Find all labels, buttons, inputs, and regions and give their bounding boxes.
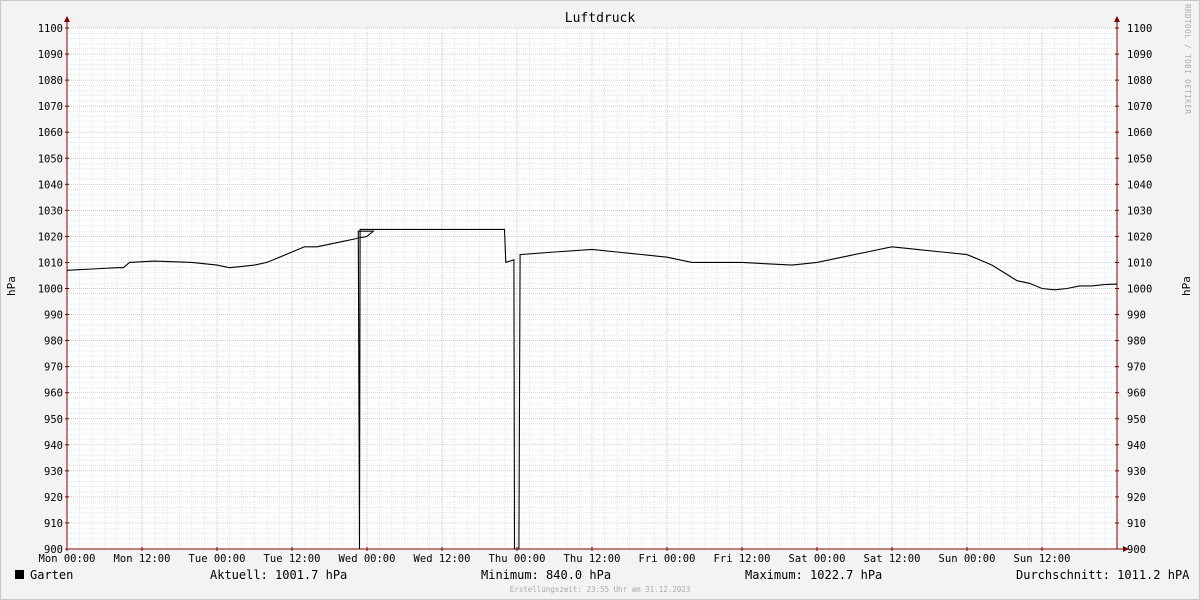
y-tick-label-right: 1100 <box>1127 23 1152 35</box>
x-tick-label: Wed 00:00 <box>339 553 396 565</box>
x-tick-label: Fri 00:00 <box>639 553 696 565</box>
y-tick-label-right: 1000 <box>1127 284 1152 296</box>
x-tick-label: Sat 00:00 <box>789 553 846 565</box>
y-tick-label-left: 1000 <box>38 284 63 296</box>
y-axis-arrow-icon <box>64 16 70 22</box>
x-tick-label: Thu 00:00 <box>489 553 546 565</box>
legend-series-label: Garten <box>30 568 74 582</box>
y-tick-label-left: 1080 <box>38 75 63 87</box>
y-tick-label-right: 960 <box>1127 388 1146 400</box>
legend-average: Durchschnitt: 1011.2 hPA <box>1016 568 1190 582</box>
x-tick-label: Mon 00:00 <box>39 553 96 565</box>
y-tick-label-left: 1050 <box>38 153 63 165</box>
x-tick-label: Sun 00:00 <box>939 553 996 565</box>
y-tick-label-right: 1080 <box>1127 75 1152 87</box>
y-tick-label-right: 1020 <box>1127 231 1152 243</box>
y-tick-label-right: 1050 <box>1127 153 1152 165</box>
y-tick-label-left: 980 <box>44 336 63 348</box>
y-tick-label-left: 990 <box>44 310 63 322</box>
y-tick-label-left: 1090 <box>38 49 63 61</box>
y-tick-label-right: 910 <box>1127 518 1146 530</box>
y-tick-label-left: 970 <box>44 362 63 374</box>
legend-current: Aktuell: 1001.7 hPa <box>210 568 348 582</box>
y-tick-label-left: 920 <box>44 492 63 504</box>
y-tick-label-left: 1060 <box>38 127 63 139</box>
y-tick-label-left: 1100 <box>38 23 63 35</box>
y-tick-label-right: 1090 <box>1127 49 1152 61</box>
y-tick-label-left: 1040 <box>38 179 63 191</box>
y-tick-label-right: 1040 <box>1127 179 1152 191</box>
y-tick-label-left: 1010 <box>38 257 63 269</box>
y-tick-label-right: 990 <box>1127 310 1146 322</box>
y-tick-label-right: 900 <box>1127 544 1146 556</box>
y-tick-label-right: 1010 <box>1127 257 1152 269</box>
y-tick-label-left: 940 <box>44 440 63 452</box>
x-tick-label: Tue 12:00 <box>264 553 321 565</box>
y-tick-label-right: 930 <box>1127 466 1146 478</box>
legend-maximum: Maximum: 1022.7 hPa <box>745 568 883 582</box>
x-tick-label: Sun 12:00 <box>1014 553 1071 565</box>
legend-swatch <box>15 570 24 579</box>
y-tick-label-right: 1030 <box>1127 205 1152 217</box>
y-tick-label-right: 970 <box>1127 362 1146 374</box>
y-tick-label-left: 910 <box>44 518 63 530</box>
x-tick-label: Sat 12:00 <box>864 553 921 565</box>
chart-canvas: 900 900910 910920 920930 930940 940950 950960 9… <box>38 16 1152 565</box>
legend-minimum: Minimum: 840.0 hPa <box>481 568 612 582</box>
x-tick-label: Mon 12:00 <box>114 553 171 565</box>
footer-timestamp: Erstellungszeit: 23:55 Uhr am 31.12.2023 <box>509 585 691 594</box>
x-tick-label: Thu 12:00 <box>564 553 621 565</box>
y-tick-label-left: 1070 <box>38 101 63 113</box>
y-tick-label-right: 940 <box>1127 440 1146 452</box>
y-tick-label-right: 1060 <box>1127 127 1152 139</box>
y-tick-label-left: 1030 <box>38 205 63 217</box>
y-tick-label-right: 920 <box>1127 492 1146 504</box>
y-tick-label-left: 960 <box>44 388 63 400</box>
x-tick-label: Tue 00:00 <box>189 553 246 565</box>
y-tick-label-right: 980 <box>1127 336 1146 348</box>
y-tick-label-right: 950 <box>1127 414 1146 426</box>
x-tick-label: Fri 12:00 <box>714 553 771 565</box>
x-tick-label: Wed 12:00 <box>414 553 471 565</box>
y-axis-arrow-icon <box>1114 16 1120 22</box>
y-tick-label-right: 1070 <box>1127 101 1152 113</box>
y-tick-label-left: 930 <box>44 466 63 478</box>
y-tick-label-left: 950 <box>44 414 63 426</box>
y-tick-label-left: 1020 <box>38 231 63 243</box>
